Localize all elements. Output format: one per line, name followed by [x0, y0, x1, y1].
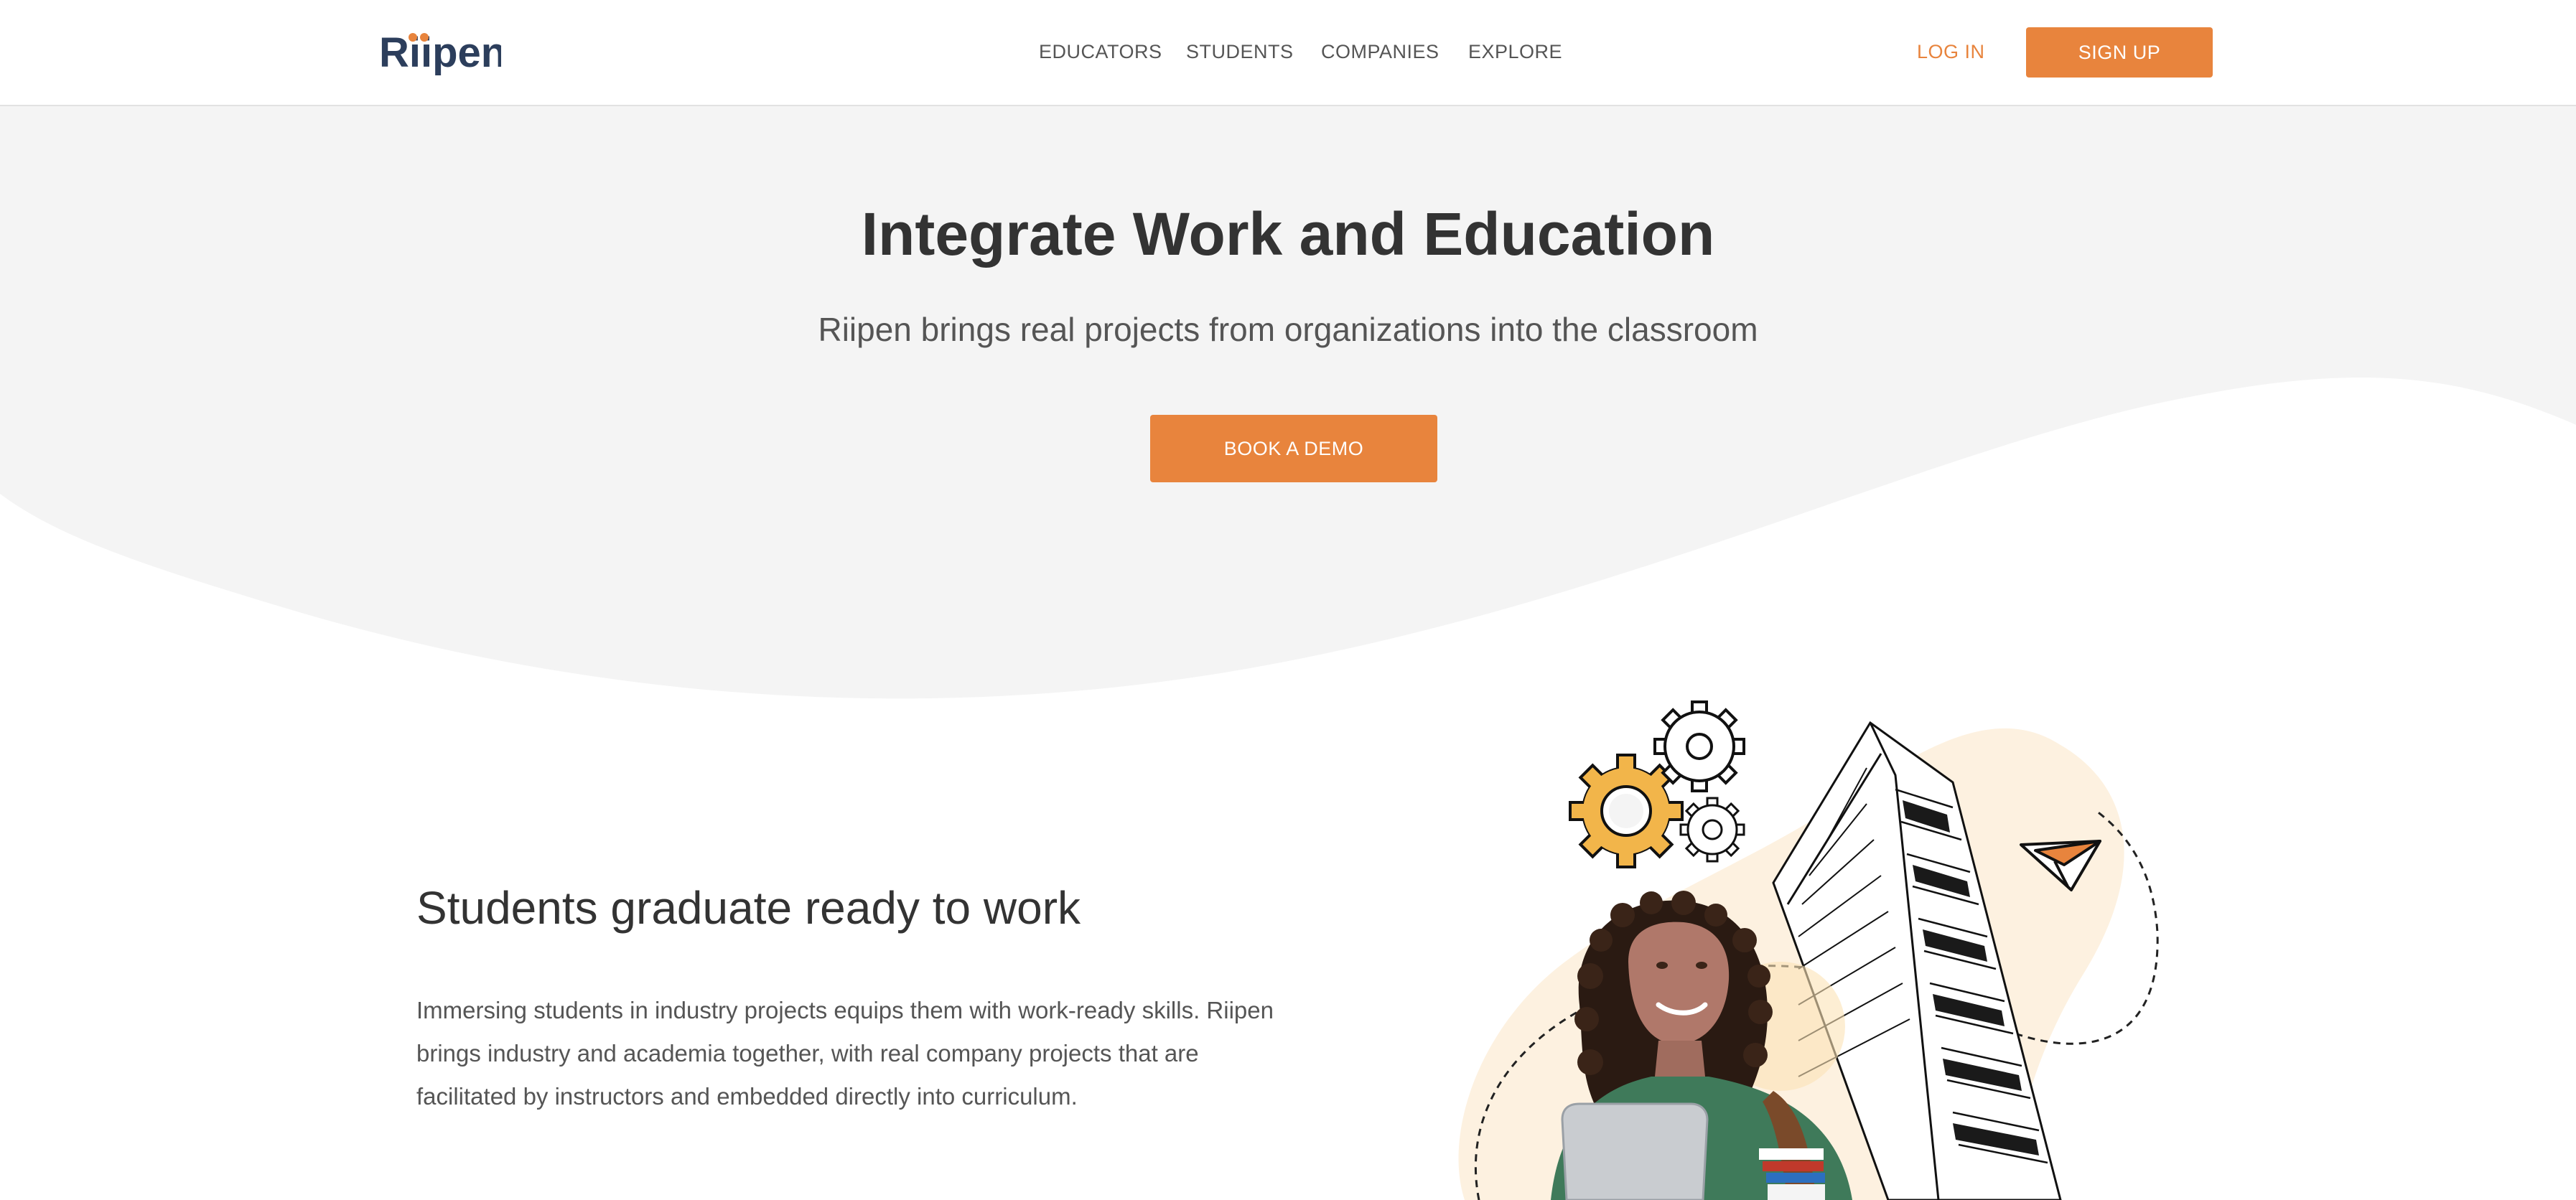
signup-button[interactable]: SIGN UP	[2026, 27, 2213, 78]
nav-companies[interactable]: COMPANIES	[1321, 41, 1439, 63]
book-demo-button[interactable]: BOOK A DEMO	[1150, 415, 1437, 482]
logo-text: Riipen	[379, 29, 501, 76]
login-link[interactable]: LOG IN	[1917, 41, 1985, 63]
feature-description: Immersing students in industry projects …	[416, 997, 1274, 1110]
logo-dot-1	[409, 33, 417, 42]
gear-icon	[1653, 700, 1745, 792]
nav-educators[interactable]: EDUCATORS	[1039, 41, 1162, 63]
hero-title: Integrate Work and Education	[861, 200, 1715, 268]
site-header: Riipen EDUCATORS STUDENTS COMPANIES EXPL…	[0, 0, 2576, 106]
feature-title: Students graduate ready to work	[416, 882, 1081, 934]
hero-subtitle: Riipen brings real projects from organiz…	[818, 311, 1758, 348]
hero-background	[0, 106, 2576, 699]
nav-explore[interactable]: EXPLORE	[1468, 41, 1562, 63]
nav-students[interactable]: STUDENTS	[1186, 41, 1294, 63]
riipen-logo[interactable]: Riipen	[379, 27, 501, 78]
logo-dot-2	[420, 33, 429, 42]
student-illustration	[1458, 700, 2159, 1200]
riipen-logo-wordmark: Riipen	[379, 29, 501, 76]
gear-icon	[1679, 797, 1745, 863]
